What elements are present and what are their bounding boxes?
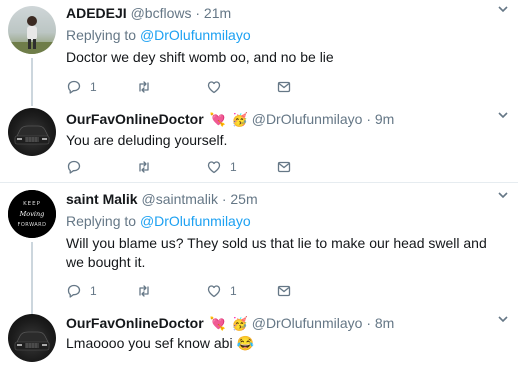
tweet-actions: 1 — [66, 78, 306, 96]
replying-prefix: Replying to — [66, 27, 137, 43]
replying-to-link[interactable]: @DrOlufunmilayo — [140, 213, 251, 229]
tweet-header: ADEDEJI @bcflows · 21m — [66, 4, 231, 22]
display-name[interactable]: saint Malik — [66, 191, 138, 207]
reply-button[interactable] — [66, 158, 90, 176]
like-count: 1 — [230, 284, 237, 298]
message-icon — [277, 81, 291, 93]
replying-to: Replying to @DrOlufunmilayo — [66, 26, 251, 44]
thread-line — [31, 242, 33, 316]
tweet-text: You are deluding yourself. — [66, 132, 228, 148]
retweet-icon — [139, 81, 149, 93]
avatar-lettering: KEEP Moving FORWARD — [8, 190, 56, 238]
tweet-actions: 1 — [66, 158, 306, 176]
chevron-down-icon[interactable] — [496, 312, 510, 326]
message-button[interactable] — [276, 158, 292, 176]
replying-to: Replying to @DrOlufunmilayo — [66, 212, 251, 230]
user-handle[interactable]: @bcflows — [131, 5, 192, 21]
message-button[interactable] — [276, 78, 292, 96]
tweet-text: Lmaoooo you sef know abi 😂 — [66, 335, 254, 351]
replying-prefix: Replying to — [66, 213, 137, 229]
like-count: 1 — [230, 160, 237, 174]
reply-timeline: ADEDEJI @bcflows · 21m Replying to @DrOl… — [0, 0, 518, 380]
like-button[interactable] — [206, 78, 230, 96]
display-name[interactable]: OurFavOnlineDoctor — [66, 111, 204, 127]
message-icon — [277, 161, 291, 173]
retweet-button[interactable] — [136, 78, 160, 96]
heart-arrow-emoji: 💘 — [209, 112, 226, 127]
svg-text:Moving: Moving — [19, 210, 45, 218]
retweet-button[interactable] — [136, 282, 160, 300]
tweet-ourfavonlinedoctor-reply-2[interactable]: OurFavOnlineDoctor 💘 🥳 @DrOlufunmilayo ·… — [0, 310, 518, 380]
reply-count: 1 — [90, 284, 97, 298]
tweet-text: Will you blame us? They sold us that lie… — [66, 235, 487, 270]
tweet-header: OurFavOnlineDoctor 💘 🥳 @DrOlufunmilayo ·… — [66, 110, 394, 129]
avatar[interactable] — [8, 6, 56, 54]
chevron-down-icon[interactable] — [496, 108, 510, 122]
heart-arrow-emoji: 💘 — [209, 316, 226, 331]
tweet-text: Doctor we dey shift womb oo, and no be l… — [66, 49, 334, 65]
chevron-down-icon[interactable] — [496, 2, 510, 16]
user-handle[interactable]: @DrOlufunmilayo — [252, 111, 363, 127]
user-handle[interactable]: @saintmalik — [141, 191, 217, 207]
tweet-actions: 1 1 — [66, 282, 306, 300]
thread-line — [31, 58, 33, 106]
like-icon — [207, 81, 221, 94]
party-face-emoji: 🥳 — [231, 112, 248, 127]
user-handle[interactable]: @DrOlufunmilayo — [252, 315, 363, 331]
replying-to-link[interactable]: @DrOlufunmilayo — [140, 27, 251, 43]
like-icon — [207, 285, 221, 298]
timestamp[interactable]: · 21m — [195, 5, 231, 21]
svg-text:KEEP: KEEP — [23, 201, 41, 207]
tweet-header: OurFavOnlineDoctor 💘 🥳 @DrOlufunmilayo ·… — [66, 314, 394, 333]
retweet-icon — [139, 285, 149, 297]
reply-icon — [67, 160, 81, 174]
tweet-saint-malik[interactable]: KEEP Moving FORWARD saint Malik @saintma… — [0, 186, 518, 316]
retweet-icon — [139, 161, 149, 173]
tweet-adedeji[interactable]: ADEDEJI @bcflows · 21m Replying to @DrOl… — [0, 0, 518, 106]
message-icon — [277, 285, 291, 297]
like-icon — [207, 161, 221, 174]
display-name[interactable]: ADEDEJI — [66, 5, 127, 21]
timestamp[interactable]: · 25m — [222, 191, 258, 207]
party-face-emoji: 🥳 — [231, 316, 248, 331]
reply-icon — [67, 284, 81, 298]
like-button[interactable]: 1 — [206, 282, 237, 300]
tweet-header: saint Malik @saintmalik · 25m — [66, 190, 258, 208]
avatar[interactable]: KEEP Moving FORWARD — [8, 190, 56, 238]
display-name[interactable]: OurFavOnlineDoctor — [66, 315, 204, 331]
reply-button[interactable]: 1 — [66, 282, 97, 300]
chevron-down-icon[interactable] — [496, 188, 510, 202]
timestamp[interactable]: · 8m — [366, 315, 394, 331]
message-button[interactable] — [276, 282, 292, 300]
retweet-button[interactable] — [136, 158, 160, 176]
like-button[interactable]: 1 — [206, 158, 237, 176]
reply-icon — [67, 80, 81, 94]
svg-text:FORWARD: FORWARD — [18, 222, 47, 228]
timestamp[interactable]: · 9m — [366, 111, 394, 127]
avatar[interactable] — [8, 314, 56, 362]
reply-count: 1 — [90, 80, 97, 94]
tweet-ourfavonlinedoctor-reply-1[interactable]: OurFavOnlineDoctor 💘 🥳 @DrOlufunmilayo ·… — [0, 104, 518, 176]
reply-button[interactable]: 1 — [66, 78, 97, 96]
avatar[interactable] — [8, 108, 56, 156]
divider — [0, 182, 518, 183]
